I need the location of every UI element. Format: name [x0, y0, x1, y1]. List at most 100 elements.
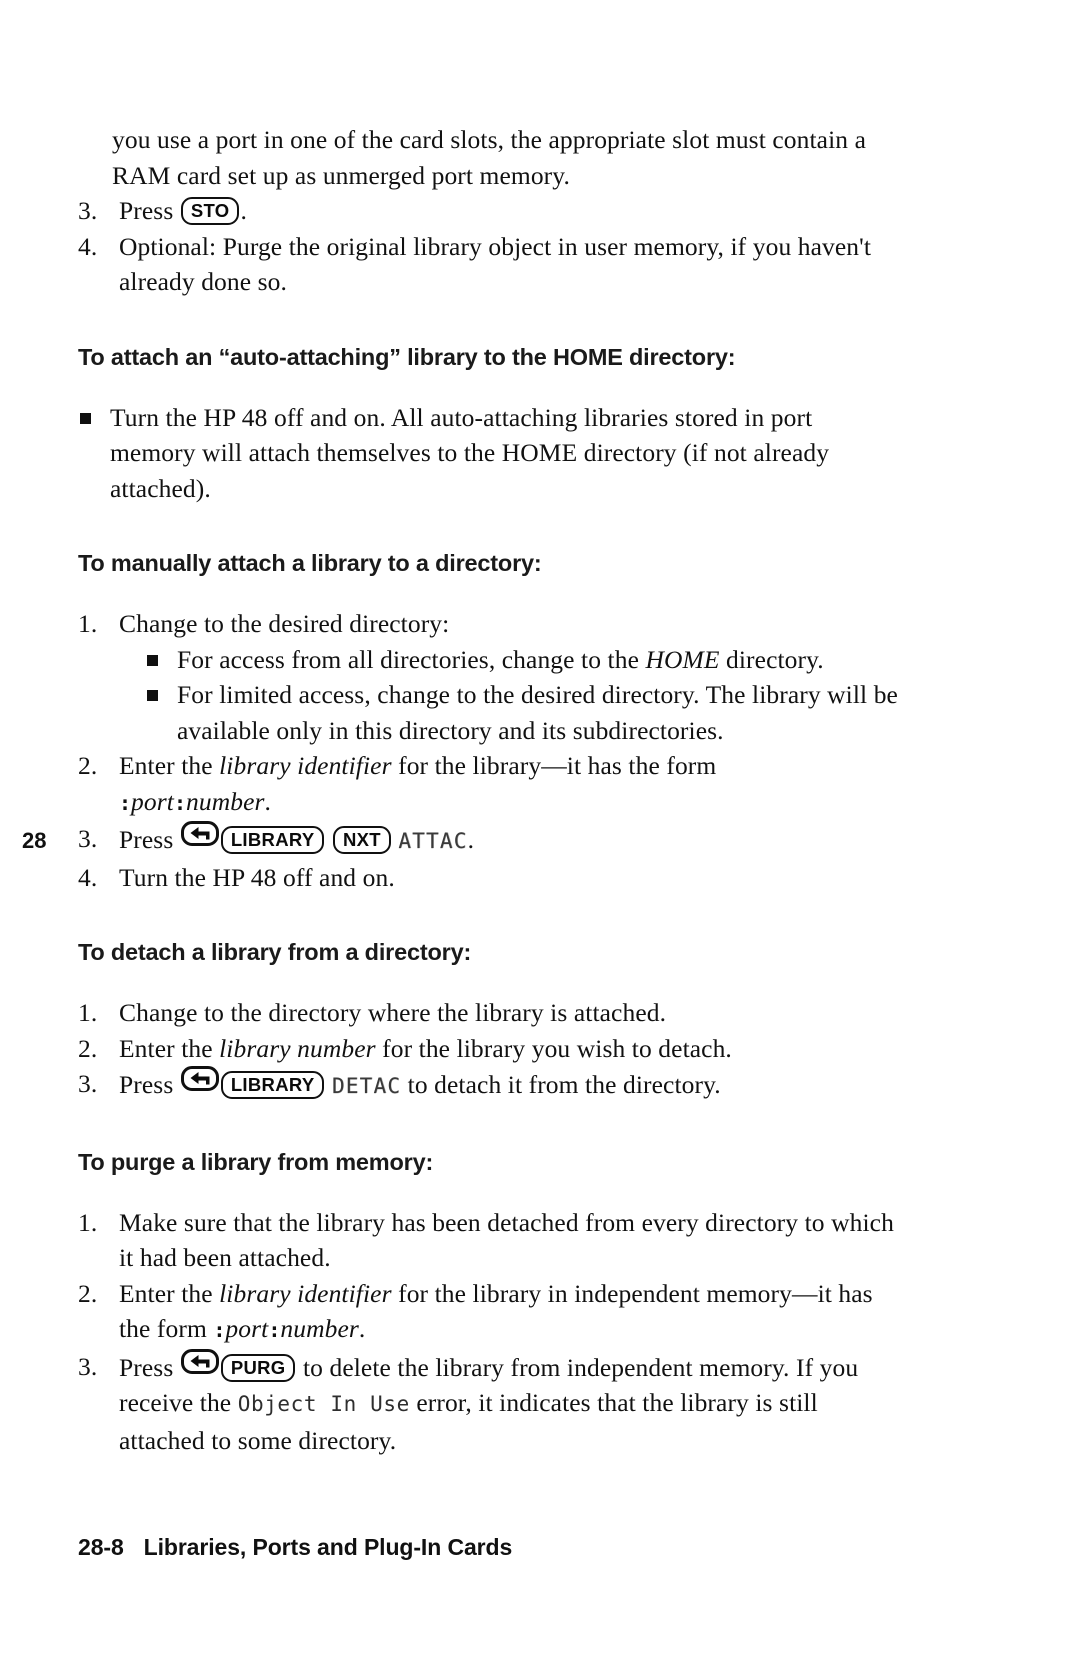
- purge-steps: 1. Make sure that the library has been de…: [78, 1205, 904, 1459]
- list-item: 4. Optional: Purge the original library o…: [78, 229, 904, 300]
- port-colon-prefix: :: [119, 790, 132, 815]
- key-library[interactable]: LIBRARY: [220, 826, 325, 854]
- list-item: Turn the HP 48 off and on. All auto-atta…: [78, 400, 904, 507]
- step-lead: Press: [119, 196, 174, 225]
- detach-steps: 1. Change to the directory where the libr…: [78, 995, 904, 1105]
- step-trail: .: [240, 196, 247, 225]
- port-placeholder: port: [131, 786, 174, 816]
- key-purg[interactable]: PURG: [220, 1353, 296, 1382]
- step-number: 2.: [78, 1033, 98, 1063]
- page-content: you use a port in one of the card slots,…: [78, 122, 904, 1458]
- port-colon-separator: :: [268, 1318, 281, 1342]
- step-post: for the library you wish to detach.: [375, 1033, 732, 1063]
- error-message-text: Object In Use: [237, 1392, 410, 1416]
- chapter-tab-number: 28: [22, 828, 47, 853]
- step-lead: Press: [119, 825, 174, 854]
- list-item: 1. Make sure that the library has been de…: [78, 1205, 904, 1276]
- key-nxt[interactable]: NXT: [332, 826, 391, 854]
- step-number: 3.: [78, 824, 98, 853]
- bullet-text: Turn the HP 48 off and on. All auto-atta…: [110, 402, 830, 503]
- bullet-pre: For limited access, change to the desire…: [177, 680, 898, 745]
- menu-key-attac[interactable]: ATTAC: [398, 829, 467, 853]
- step-trail: to detach it from the directory.: [401, 1070, 721, 1099]
- step-text: Turn the HP 48 off and on.: [119, 862, 395, 892]
- square-bullet-icon: [80, 412, 91, 424]
- page-footer: 28-8 Libraries, Ports and Plug-In Cards: [78, 1534, 512, 1561]
- step-number: 2.: [78, 1278, 98, 1308]
- manual-attach-steps: 1. Change to the desired directory: For a…: [78, 606, 904, 895]
- continued-paragraph: you use a port in one of the card slots,…: [112, 125, 866, 190]
- step-text: Change to the desired directory:: [119, 609, 450, 638]
- step-number: 3.: [78, 1351, 98, 1381]
- manual-page: 28 you use a port in one of the card slo…: [0, 0, 1080, 1656]
- step-pre: Enter the: [119, 751, 220, 780]
- step-lead: Press: [119, 1352, 174, 1382]
- step-text: Optional: Purge the original library obj…: [119, 231, 872, 297]
- list-item: 2. Enter the library identifier for the l…: [78, 1276, 904, 1349]
- intro-steps-list: 3. Press STO. 4. Optional: Purge the origi…: [78, 193, 904, 300]
- list-item: 2. Enter the library number for the libra…: [78, 1031, 904, 1067]
- step-post: for the library—it has the form: [391, 751, 717, 780]
- step-number: 1.: [78, 1207, 98, 1237]
- list-item: 1. Change to the desired directory: For a…: [78, 606, 904, 748]
- number-placeholder: number: [186, 786, 265, 816]
- list-item: 3. Press LIBRARY DETAC to detach it from …: [78, 1066, 904, 1105]
- key-library[interactable]: LIBRARY: [220, 1071, 325, 1099]
- port-placeholder: port: [225, 1314, 269, 1343]
- section-heading-purge: To purge a library from memory:: [78, 1148, 434, 1175]
- footer-page-number: 28-8: [78, 1534, 124, 1560]
- bullet-pre: For access from all directories, change …: [177, 644, 646, 674]
- footer-title: Libraries, Ports and Plug-In Cards: [143, 1534, 513, 1560]
- number-placeholder: number: [280, 1314, 359, 1343]
- list-item: 3. Press STO.: [78, 193, 904, 229]
- key-left-shift[interactable]: [180, 1348, 219, 1374]
- port-colon-separator: :: [173, 790, 187, 815]
- form-suffix: .: [358, 1314, 366, 1343]
- step-text: Change to the directory where the librar…: [119, 998, 667, 1027]
- bullet-post: directory.: [719, 644, 824, 674]
- list-item: For access from all directories, change …: [145, 642, 904, 678]
- bullet-italic: HOME: [645, 644, 720, 674]
- section-heading-auto-attach: To attach an “auto-attaching” library to…: [78, 343, 736, 370]
- menu-key-detac[interactable]: DETAC: [332, 1074, 401, 1098]
- auto-attach-bullets: Turn the HP 48 off and on. All auto-atta…: [78, 400, 904, 507]
- step-number: 4.: [78, 231, 98, 261]
- step-number: 2.: [78, 751, 98, 780]
- key-sto[interactable]: STO: [180, 197, 240, 225]
- step-italic: library number: [219, 1033, 376, 1063]
- step-italic: library identifier: [219, 751, 392, 780]
- key-left-shift[interactable]: [180, 1066, 219, 1091]
- form-suffix: .: [264, 786, 272, 816]
- step-italic: library identifier: [219, 1278, 392, 1308]
- step-pre: Enter the: [119, 1278, 220, 1308]
- step-trail: .: [467, 825, 475, 854]
- square-bullet-icon: [147, 690, 158, 701]
- section-heading-manual-attach: To manually attach a library to a direct…: [78, 550, 542, 576]
- port-colon-prefix: :: [213, 1318, 226, 1342]
- step-number: 1.: [78, 998, 98, 1027]
- list-item: For limited access, change to the desire…: [145, 677, 904, 748]
- list-item: 3. Press PURG to delete the library from …: [78, 1348, 904, 1459]
- step-number: 4.: [78, 862, 98, 892]
- step-number: 3.: [78, 196, 98, 225]
- step-pre: Enter the: [119, 1033, 220, 1063]
- step-text: Make sure that the library has been deta…: [119, 1207, 894, 1273]
- step-number: 1.: [78, 609, 98, 638]
- list-item: 1. Change to the directory where the libr…: [78, 995, 904, 1031]
- list-item: 4. Turn the HP 48 off and on.: [78, 860, 904, 896]
- section-heading-detach: To detach a library from a directory:: [78, 939, 472, 965]
- square-bullet-icon: [147, 654, 158, 666]
- list-item: 2. Enter the library identifier for the l…: [78, 748, 904, 821]
- key-left-shift[interactable]: [180, 821, 219, 846]
- step-number: 3.: [78, 1069, 98, 1098]
- step-lead: Press: [119, 1070, 174, 1099]
- manual-attach-subbullets: For access from all directories, change …: [145, 642, 904, 749]
